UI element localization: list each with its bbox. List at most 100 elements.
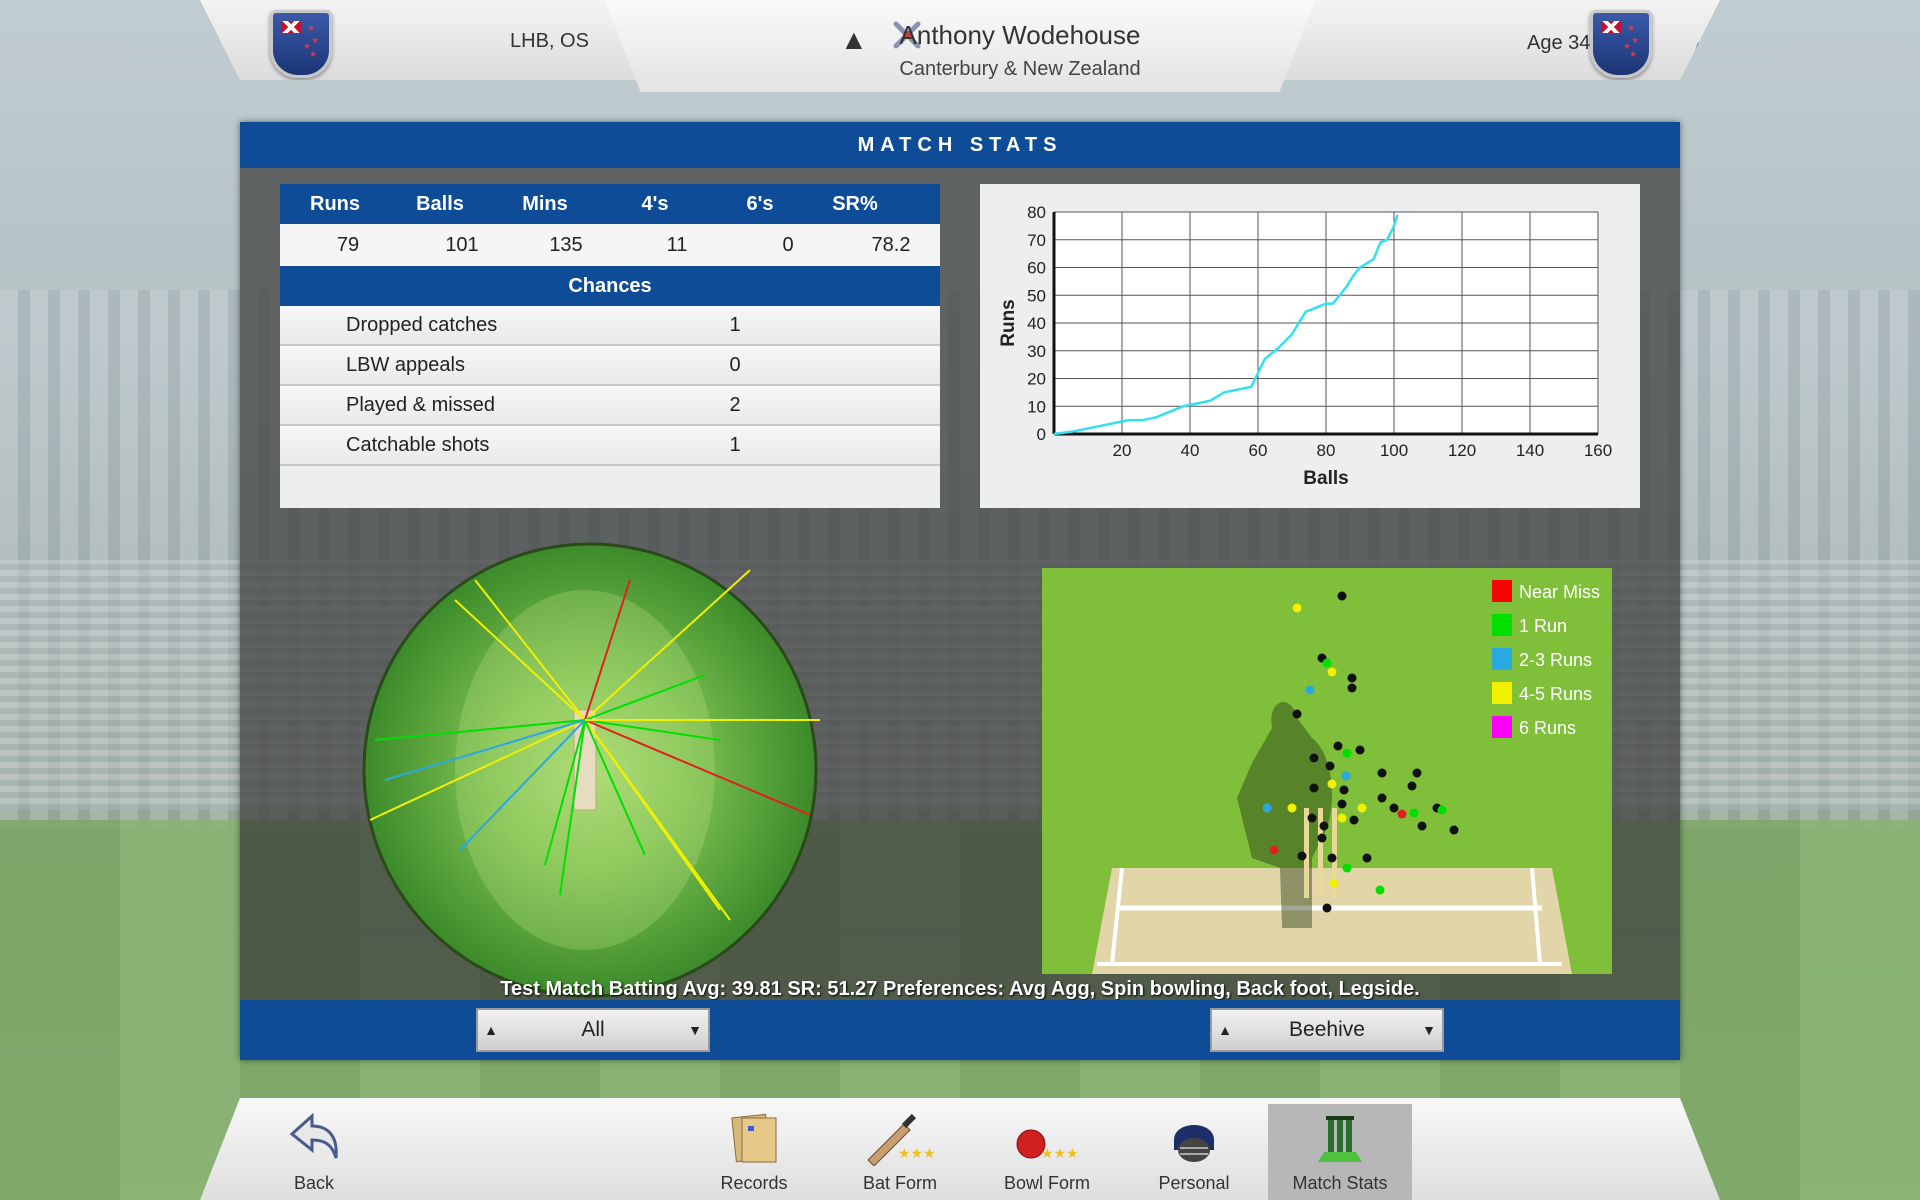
ball-dot — [1327, 779, 1337, 789]
bottom-navigation: Back Records ★★★ Bat Form ★★★ Bowl Form — [200, 1098, 1720, 1200]
val-mins: 135 — [549, 233, 583, 256]
hand-info: LHB, OS — [510, 30, 589, 52]
x-tick-label: 100 — [1380, 441, 1408, 460]
dropdown-up-arrow[interactable]: ▲ — [478, 1022, 504, 1038]
val-sixes: 0 — [782, 233, 794, 256]
ball-dot — [1347, 683, 1357, 693]
ball-dot — [1377, 768, 1387, 778]
x-axis-label: Balls — [1303, 468, 1348, 489]
y-tick-label: 50 — [1027, 286, 1046, 305]
chance-label: Catchable shots — [346, 433, 490, 456]
chance-label: Played & missed — [346, 393, 495, 416]
val-balls: 101 — [445, 233, 479, 256]
runs-graph: 20 40 60 80 100 120 140 160 0 10 20 30 40 50 60 70 80 Bal… — [980, 184, 1640, 508]
ball-dot — [1349, 815, 1359, 825]
bat-form-button[interactable]: ★★★ Bat Form — [828, 1104, 972, 1200]
ball-dot — [1409, 808, 1419, 818]
svg-text:★★★: ★★★ — [898, 1145, 936, 1161]
personal-helmet-icon — [1164, 1110, 1224, 1166]
bat-form-label: Bat Form — [862, 1173, 937, 1193]
ball-dot — [1297, 851, 1307, 861]
y-tick-label: 10 — [1027, 397, 1046, 416]
ball-dot — [1437, 805, 1447, 815]
ball-dot — [1333, 741, 1343, 751]
chance-row: Played & missed 2 — [280, 386, 940, 426]
ball-dot — [1342, 863, 1352, 873]
ball-dot — [1319, 821, 1329, 831]
nz-shield-icon: ★ ★ ★ ★ — [1590, 10, 1652, 78]
stats-header-row: Runs Balls Mins 4's 6's SR% — [280, 184, 940, 224]
ball-dot — [1337, 591, 1347, 601]
bowl-form-label: Bowl Form — [1003, 1173, 1090, 1193]
personal-button[interactable]: Personal — [1122, 1104, 1266, 1200]
y-tick-label: 40 — [1027, 314, 1046, 333]
col-mins: Mins — [522, 192, 568, 215]
records-button[interactable]: Records — [682, 1104, 826, 1200]
legend-2-3-runs: 2-3 Runs — [1519, 650, 1592, 670]
ball-dot — [1322, 903, 1332, 913]
ball-dot — [1309, 753, 1319, 763]
ball-dot — [1269, 845, 1279, 855]
col-fours: 4's — [641, 192, 669, 215]
legend-4-5-runs: 4-5 Runs — [1519, 684, 1592, 704]
player-name: Anthony Wodehouse — [899, 20, 1141, 50]
dropdown-up-arrow[interactable]: ▲ — [1212, 1022, 1238, 1038]
back-button[interactable]: Back — [242, 1104, 386, 1200]
ball-dot — [1309, 783, 1319, 793]
ball-dot — [1337, 813, 1347, 823]
ball-dot — [1397, 809, 1407, 819]
stats-table: Runs Balls Mins 4's 6's SR% 79 101 135 1… — [280, 184, 940, 508]
runs-vs-balls-chart: 20 40 60 80 100 120 140 160 0 10 20 30 40 50 60 70 80 Bal… — [998, 203, 1612, 489]
nz-shield-icon: ★ ★ ★ ★ — [270, 10, 332, 78]
ball-dot — [1292, 709, 1302, 719]
svg-text:★★★: ★★★ — [1041, 1145, 1079, 1161]
panel-footer — [240, 1000, 1680, 1060]
ball-dot — [1417, 821, 1427, 831]
filter-dropdown[interactable]: ▲ All ▼ — [476, 1008, 710, 1052]
player-age: Age 34 — [1527, 32, 1591, 54]
batting-summary: Test Match Batting Avg: 39.81 SR: 51.27 … — [500, 978, 1420, 1000]
ball-dot — [1329, 878, 1339, 888]
col-sr: SR% — [832, 192, 878, 215]
chance-label: Dropped catches — [346, 313, 498, 336]
x-tick-label: 40 — [1181, 441, 1200, 460]
ball-dot — [1347, 673, 1357, 683]
records-label: Records — [720, 1173, 788, 1193]
y-tick-label: 60 — [1027, 259, 1046, 278]
chance-row: LBW appeals 0 — [280, 346, 940, 386]
pencil-icon[interactable] — [1690, 26, 1720, 61]
ball-dot — [1307, 813, 1317, 823]
val-runs: 79 — [336, 233, 360, 256]
match-stats-button[interactable]: Match Stats — [1268, 1104, 1412, 1200]
view-dropdown[interactable]: ▲ Beehive ▼ — [1210, 1008, 1444, 1052]
chance-value: 2 — [729, 393, 741, 416]
ball-dot — [1292, 603, 1302, 613]
match-stats-panel: MATCH STATS Runs Balls Mins 4's 6's SR% … — [240, 122, 1680, 1060]
bowl-form-button[interactable]: ★★★ Bowl Form — [975, 1104, 1119, 1200]
ball-dot — [1377, 793, 1387, 803]
chance-row: Dropped catches 1 — [280, 306, 940, 346]
chance-value: 0 — [729, 353, 741, 376]
chances-title: Chances — [280, 266, 940, 306]
panel-title: MATCH STATS — [240, 122, 1680, 168]
ball-dot — [1449, 825, 1459, 835]
val-fours: 11 — [666, 233, 688, 256]
ball-dot — [1305, 685, 1315, 695]
back-arrow-icon — [284, 1110, 344, 1166]
legend-6-runs: 6 Runs — [1519, 718, 1576, 738]
ball-dot — [1262, 803, 1272, 813]
back-label: Back — [293, 1173, 335, 1193]
personal-label: Personal — [1158, 1173, 1230, 1193]
ball-dot — [1325, 761, 1335, 771]
match-stats-label: Match Stats — [1292, 1173, 1388, 1193]
dropdown-down-arrow[interactable]: ▼ — [682, 1022, 708, 1038]
records-icon — [724, 1110, 784, 1166]
y-tick-label: 80 — [1027, 203, 1046, 222]
dropdown-down-arrow[interactable]: ▼ — [1416, 1022, 1442, 1038]
stats-values-row: 79 101 135 11 0 78.2 — [280, 224, 940, 266]
ball-dot — [1341, 771, 1351, 781]
ball-dot — [1317, 833, 1327, 843]
header-left-segment: ★ ★ ★ ★ LHB, OS — [200, 0, 640, 80]
y-axis-label: Runs — [998, 299, 1019, 347]
legend-1-run: 1 Run — [1519, 616, 1567, 636]
